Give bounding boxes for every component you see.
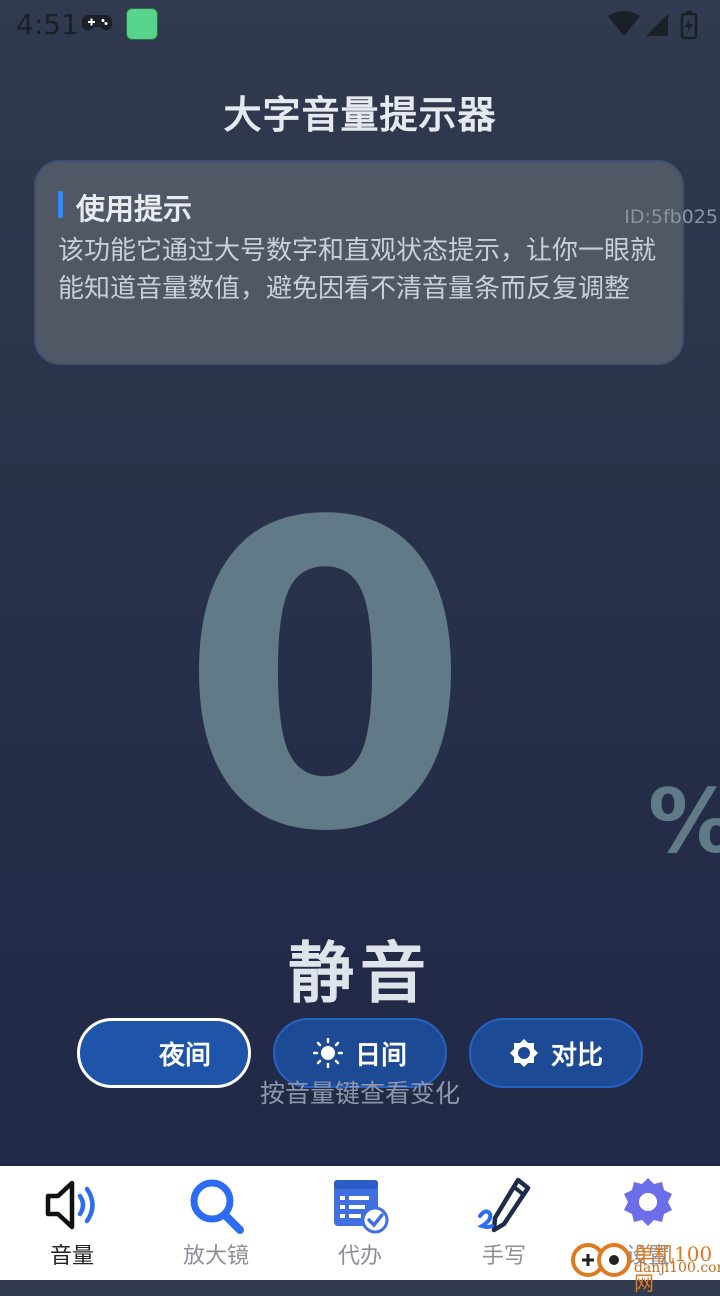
tip-accent-bar bbox=[58, 191, 63, 218]
nav-label-magnifier: 放大镜 bbox=[182, 1244, 249, 1269]
nav-item-todo[interactable]: 代办 bbox=[288, 1166, 432, 1280]
sun-icon bbox=[312, 1038, 343, 1068]
tip-id-tag: ID:5fb025 bbox=[624, 206, 718, 228]
watermark-subtext: danji100.com bbox=[634, 1260, 720, 1276]
contrast-icon bbox=[509, 1039, 538, 1067]
night-mode-label: 夜间 bbox=[158, 1040, 211, 1071]
status-time: 4:51 bbox=[16, 8, 79, 41]
pen-icon bbox=[477, 1177, 531, 1233]
todo-icon bbox=[334, 1180, 389, 1234]
volume-unit: % bbox=[648, 772, 720, 872]
volume-key-hint: 按音量键查看变化 bbox=[259, 1079, 460, 1108]
volume-icon bbox=[45, 1180, 95, 1230]
page-title: 大字音量提示器 bbox=[223, 93, 497, 137]
day-mode-label: 日间 bbox=[354, 1040, 407, 1071]
nav-label-volume: 音量 bbox=[49, 1244, 94, 1269]
watermark: 单机100网 danji100.com bbox=[570, 1236, 720, 1295]
tip-heading: 使用提示 bbox=[76, 192, 193, 226]
volume-state: 静音 bbox=[288, 935, 432, 1012]
tip-body: 该功能它通过大号数字和直观状态提示，让你一眼就能知道音量数值，避免因看不清音量条… bbox=[58, 236, 657, 304]
moon-icon bbox=[122, 1041, 141, 1064]
contrast-mode-label: 对比 bbox=[550, 1040, 603, 1071]
nav-label-todo: 代办 bbox=[337, 1244, 382, 1269]
nav-item-handwriting[interactable]: 手写 bbox=[432, 1166, 576, 1280]
status-bar: 4:51 bbox=[0, 0, 720, 50]
nav-label-handwriting: 手写 bbox=[481, 1244, 526, 1269]
usage-tip-card: 使用提示 ID:5fb025 该功能它通过大号数字和直观状态提示，让你一眼就能知… bbox=[34, 160, 718, 365]
watermark-logo-icon bbox=[571, 1243, 631, 1277]
search-icon bbox=[190, 1179, 244, 1234]
app-notification-icon bbox=[126, 8, 158, 40]
gamepad-icon bbox=[82, 15, 112, 31]
signal-battery-icons bbox=[608, 11, 698, 40]
nav-item-magnifier[interactable]: 放大镜 bbox=[144, 1166, 288, 1280]
nav-item-volume[interactable]: 音量 bbox=[0, 1166, 144, 1280]
gear-icon bbox=[624, 1178, 672, 1226]
volume-value: 0 bbox=[178, 435, 472, 924]
